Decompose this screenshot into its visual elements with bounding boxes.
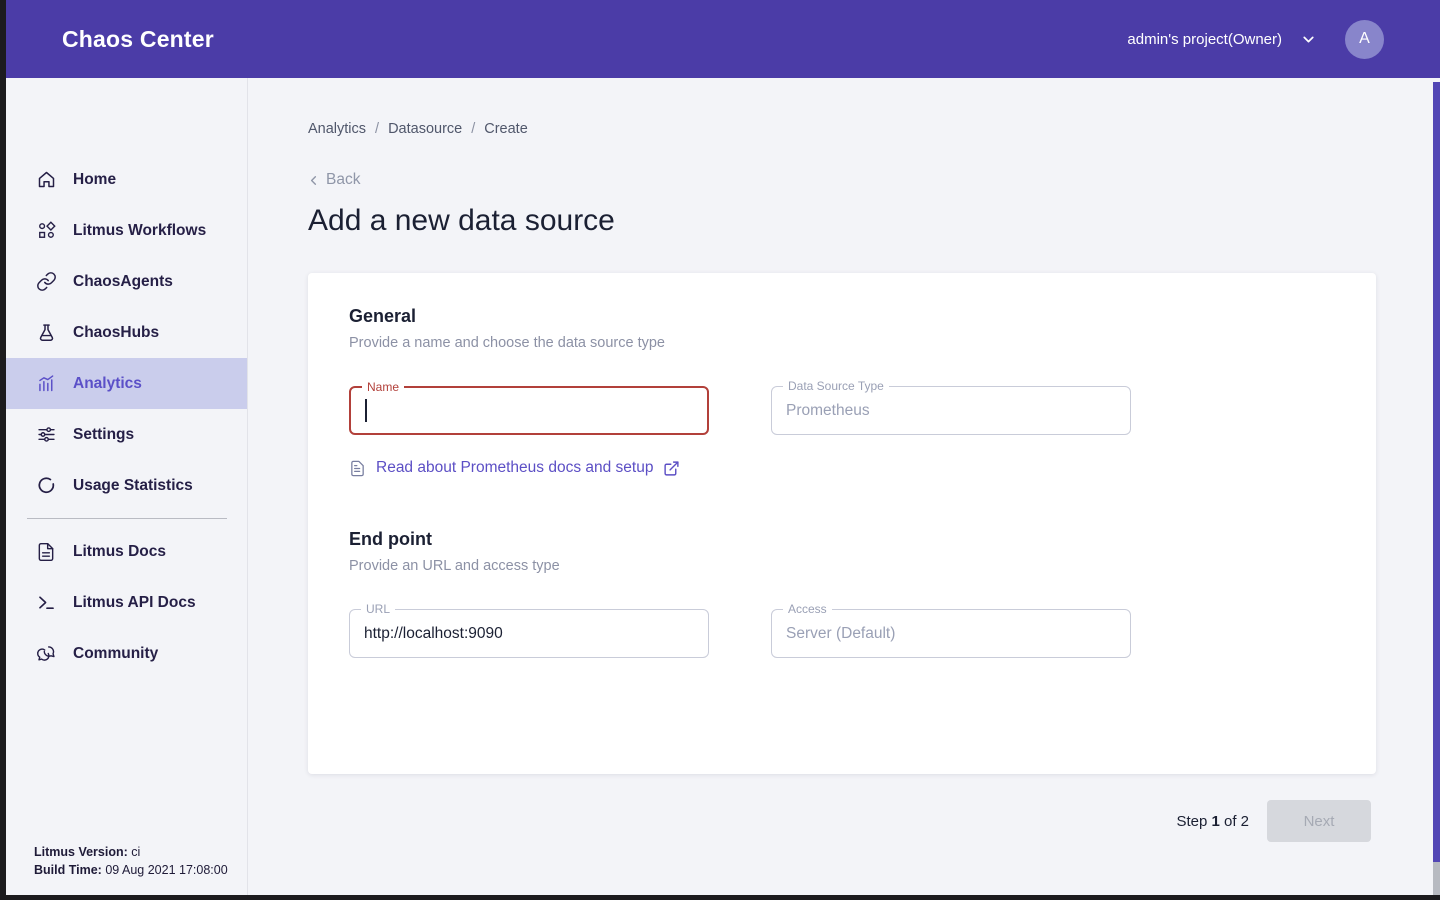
- usage-circle-icon: [34, 474, 58, 498]
- breadcrumb-create[interactable]: Create: [484, 121, 528, 137]
- window-edge-left: [0, 0, 6, 900]
- endpoint-section-subtitle: Provide an URL and access type: [349, 558, 1335, 574]
- breadcrumb-datasource[interactable]: Datasource: [388, 121, 462, 137]
- build-time-label: Build Time:: [34, 863, 102, 877]
- endpoint-section-heading: End point: [349, 529, 1335, 550]
- name-input[interactable]: Name: [349, 386, 709, 435]
- back-label: Back: [326, 171, 360, 189]
- step-prefix: Step: [1176, 813, 1211, 830]
- link-icon: [34, 270, 58, 294]
- terminal-icon: [34, 591, 58, 615]
- flask-icon: [34, 321, 58, 345]
- sidebar-item-litmus-workflows[interactable]: Litmus Workflows: [6, 205, 247, 256]
- window-edge-bottom: [0, 895, 1440, 900]
- build-time-value: 09 Aug 2021 17:08:00: [102, 863, 228, 877]
- scrollbar-thumb[interactable]: [1433, 82, 1440, 862]
- sidebar-item-label: Home: [73, 171, 116, 189]
- document-icon: [34, 540, 58, 564]
- step-current: 1: [1211, 813, 1219, 830]
- version-value: ci: [128, 845, 141, 859]
- back-button[interactable]: Back: [306, 171, 360, 189]
- step-indicator: Step 1 of 2: [1176, 813, 1249, 830]
- wizard-footer: Step 1 of 2 Next: [1176, 800, 1371, 842]
- sidebar-item-chaoshubs[interactable]: ChaosHubs: [6, 307, 247, 358]
- sidebar-divider: [27, 518, 227, 519]
- sidebar-item-label: Settings: [73, 426, 134, 444]
- data-source-type-label: Data Source Type: [783, 379, 889, 393]
- project-selector-label[interactable]: admin's project(Owner): [1127, 31, 1282, 48]
- breadcrumb-analytics[interactable]: Analytics: [308, 121, 366, 137]
- chevron-down-icon[interactable]: [1300, 31, 1317, 48]
- step-suffix: of 2: [1220, 813, 1249, 830]
- sidebar-item-label: Litmus Docs: [73, 543, 166, 561]
- url-input[interactable]: URL http://localhost:9090: [349, 609, 709, 658]
- access-input-label: Access: [783, 602, 832, 616]
- sidebar-item-usage-statistics[interactable]: Usage Statistics: [6, 460, 247, 511]
- name-input-label: Name: [362, 380, 404, 394]
- home-icon: [34, 168, 58, 192]
- breadcrumb: Analytics / Datasource / Create: [308, 121, 528, 137]
- sidebar-item-litmus-api-docs[interactable]: Litmus API Docs: [6, 577, 247, 628]
- scrollbar-corner: [1433, 862, 1440, 895]
- sliders-icon: [34, 423, 58, 447]
- url-input-label: URL: [361, 602, 395, 616]
- app-title: Chaos Center: [62, 26, 214, 53]
- sidebar-item-litmus-docs[interactable]: Litmus Docs: [6, 526, 247, 577]
- file-text-icon: [349, 460, 366, 477]
- sidebar-item-analytics[interactable]: Analytics: [6, 358, 247, 409]
- sidebar-item-label: Litmus Workflows: [73, 222, 206, 240]
- text-caret: [365, 399, 367, 422]
- sidebar: Home Litmus Workflows ChaosAgents ChaosH…: [6, 78, 248, 895]
- sidebar-item-label: Community: [73, 645, 158, 663]
- analytics-icon: [34, 372, 58, 396]
- sidebar-item-settings[interactable]: Settings: [6, 409, 247, 460]
- next-button[interactable]: Next: [1267, 800, 1371, 842]
- access-input-value: Server (Default): [786, 625, 895, 643]
- version-label: Litmus Version:: [34, 845, 128, 859]
- url-input-value: http://localhost:9090: [364, 625, 503, 643]
- sidebar-item-chaosagents[interactable]: ChaosAgents: [6, 256, 247, 307]
- general-section-subtitle: Provide a name and choose the data sourc…: [349, 335, 1335, 351]
- avatar-letter: A: [1359, 30, 1370, 48]
- breadcrumb-separator: /: [375, 121, 379, 137]
- sidebar-item-label: Usage Statistics: [73, 477, 193, 495]
- page-title: Add a new data source: [308, 204, 615, 238]
- scrollbar-track[interactable]: [1433, 78, 1440, 895]
- data-source-type-value: Prometheus: [786, 402, 870, 420]
- chat-bubbles-icon: [34, 642, 58, 666]
- datasource-form-card: General Provide a name and choose the da…: [308, 273, 1376, 774]
- sidebar-item-label: Litmus API Docs: [73, 594, 196, 612]
- docs-link-label: Read about Prometheus docs and setup: [376, 459, 653, 477]
- external-link-icon: [663, 460, 680, 477]
- breadcrumb-separator: /: [471, 121, 475, 137]
- access-input[interactable]: Access Server (Default): [771, 609, 1131, 658]
- avatar[interactable]: A: [1345, 20, 1384, 59]
- sidebar-item-label: Analytics: [73, 375, 142, 393]
- build-info: Litmus Version: ci Build Time: 09 Aug 20…: [34, 843, 228, 879]
- chevron-left-icon: [306, 173, 321, 188]
- workflows-icon: [34, 219, 58, 243]
- data-source-type-input[interactable]: Data Source Type Prometheus: [771, 386, 1131, 435]
- general-section-heading: General: [349, 306, 1335, 327]
- sidebar-item-label: ChaosAgents: [73, 273, 173, 291]
- sidebar-item-label: ChaosHubs: [73, 324, 159, 342]
- app-header: Chaos Center admin's project(Owner) A: [0, 0, 1440, 78]
- prometheus-docs-link[interactable]: Read about Prometheus docs and setup: [349, 456, 1335, 480]
- sidebar-item-community[interactable]: Community: [6, 628, 247, 679]
- sidebar-item-home[interactable]: Home: [6, 154, 247, 205]
- main-content: Analytics / Datasource / Create Back Add…: [248, 78, 1433, 895]
